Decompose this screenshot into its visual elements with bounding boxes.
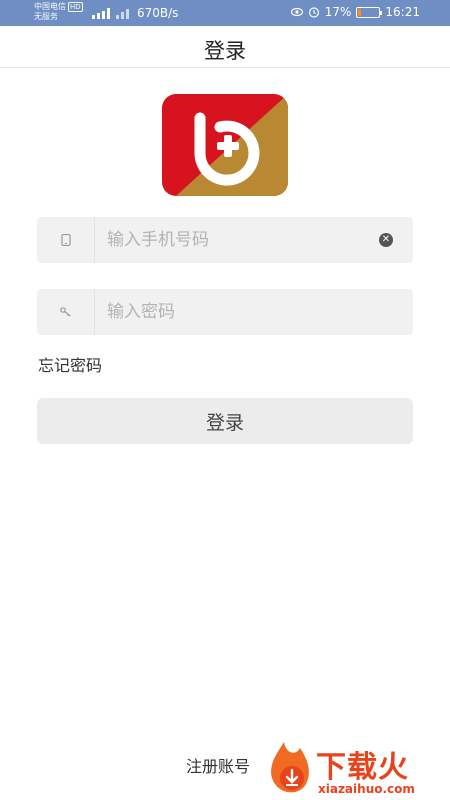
- signal-icon: [92, 8, 129, 19]
- status-bar: 中国电信 HD 无服务 670B/s 17% 16:21: [0, 0, 450, 26]
- status-right: 17% 16:21: [290, 5, 420, 19]
- carrier-status: 无服务: [34, 12, 58, 21]
- watermark: 下载火 xiazaihuo.com: [266, 738, 450, 800]
- network-speed: 670B/s: [137, 6, 179, 20]
- watermark-text: 下载火: [316, 750, 409, 785]
- battery-percent: 17%: [324, 5, 352, 19]
- phone-icon: [60, 234, 71, 246]
- login-button[interactable]: 登录: [37, 398, 413, 444]
- phone-icon-box: [37, 217, 95, 263]
- app-logo: [162, 94, 288, 196]
- battery-icon: [356, 6, 383, 18]
- carrier-name: 中国电信: [34, 2, 66, 11]
- password-field[interactable]: [37, 289, 413, 335]
- register-link[interactable]: 注册账号: [186, 753, 250, 777]
- clear-icon[interactable]: ✕: [379, 233, 393, 247]
- phone-field[interactable]: ✕: [37, 217, 413, 263]
- password-input[interactable]: [107, 289, 387, 335]
- key-icon: [59, 307, 71, 317]
- watermark-url: xiazaihuo.com: [318, 782, 415, 796]
- carrier-info: 中国电信 HD 无服务: [34, 2, 83, 22]
- clock: 16:21: [385, 5, 420, 19]
- app-logo-graphic: [162, 94, 288, 196]
- battery-fill: [358, 8, 362, 16]
- phone-input[interactable]: [107, 217, 387, 263]
- flame-download-icon: [271, 742, 309, 793]
- app-header: 登录: [0, 26, 450, 68]
- eye-icon: [290, 7, 303, 17]
- key-icon-box: [37, 289, 95, 335]
- page-title: 登录: [204, 39, 246, 63]
- alarm-icon: [308, 7, 319, 18]
- forgot-password-link[interactable]: 忘记密码: [38, 352, 102, 376]
- hd-badge: HD: [68, 2, 83, 12]
